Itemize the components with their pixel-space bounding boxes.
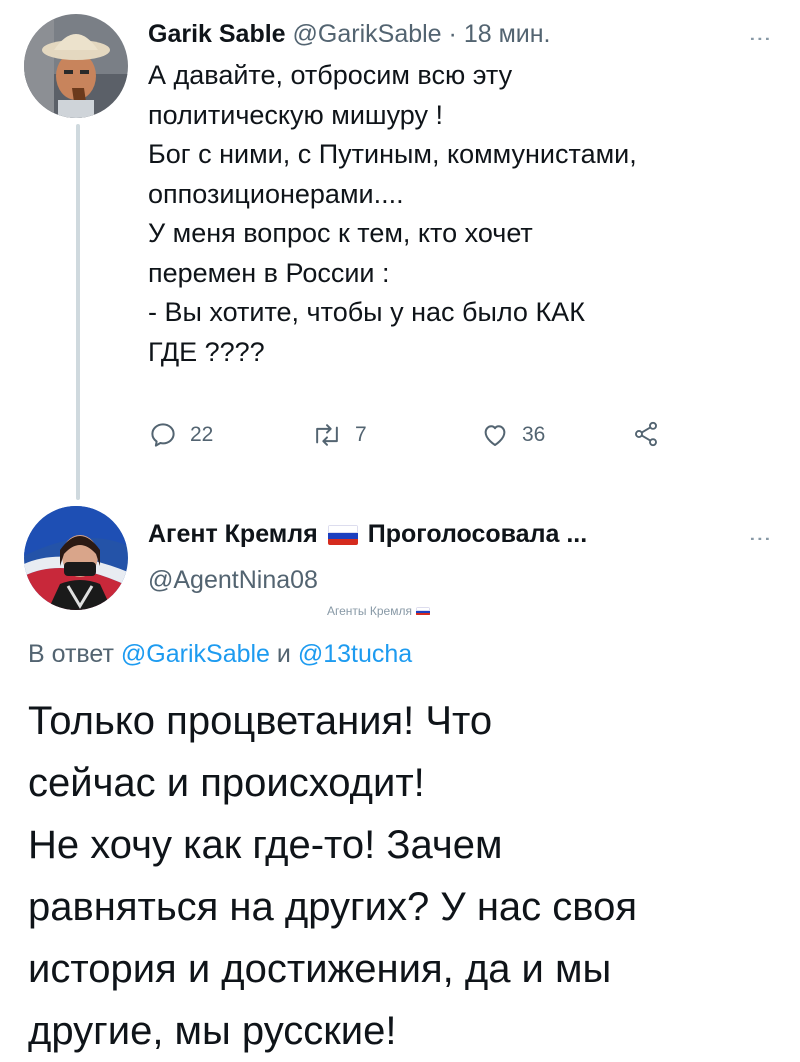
russian-flag-icon — [415, 606, 430, 616]
retweet-button[interactable]: 7 — [311, 420, 367, 450]
tweet1-line: А давайте, отбросим всю эту — [148, 60, 513, 90]
tweet1-display-name[interactable]: Garik Sable — [148, 20, 286, 48]
avatar-photo-icon — [24, 14, 128, 118]
reply-joiner: и — [276, 640, 291, 668]
affiliation-badge-label: Агенты Кремля — [327, 604, 412, 618]
tweet1-separator: · — [448, 20, 457, 48]
more-icon[interactable]: ⋮ — [748, 28, 773, 50]
reply-prefix: В ответ — [28, 640, 114, 668]
like-count: 36 — [522, 423, 546, 446]
reply-user-link[interactable]: @GarikSable — [121, 640, 270, 668]
tweet2-display-name[interactable]: Агент Кремля — [148, 520, 318, 549]
share-icon — [635, 421, 657, 447]
reply-user-link[interactable]: @13tucha — [298, 640, 412, 668]
reply-button[interactable]: 22 — [148, 420, 213, 450]
tweet1-line: У меня вопрос к тем, кто хочет — [148, 218, 533, 248]
reply-count: 22 — [190, 423, 214, 446]
tweet2-line: Только процветания! Что — [28, 699, 493, 743]
avatar-garik-sable[interactable] — [24, 14, 128, 118]
tweet2-line: Не хочу как где-то! Зачем — [28, 823, 503, 867]
tweet1-line: оппозиционерами.... — [148, 178, 404, 209]
tweet1-header: Garik Sable @GarikSable · 18 мин. — [148, 20, 551, 49]
more-icon[interactable]: ⋮ — [748, 528, 773, 550]
retweet-icon — [316, 424, 338, 446]
reply-context: В ответ @GarikSable и @13tucha — [28, 640, 412, 669]
tweet1-line: - Вы хотите, чтобы у нас было КАК — [148, 297, 585, 327]
tweet1-line: ГДЕ ???? — [148, 336, 265, 367]
tweet2-name-suffix[interactable]: Проголосовала ... — [368, 520, 587, 549]
tweet1-line: перемен в России : — [148, 257, 390, 288]
russian-flag-icon — [327, 524, 358, 545]
tweet2-line: сейчас и происходит! — [28, 761, 425, 805]
tweet1-line: Бог с ними, с Путиным, коммунистами, — [148, 139, 637, 169]
tweet2-line: история и достижения, да и мы — [28, 947, 612, 991]
tweet2-name-row: Агент Кремля Проголосовала ... — [148, 520, 587, 549]
retweet-count: 7 — [355, 423, 367, 446]
tweet1-line: политическую мишуру ! — [148, 99, 443, 130]
tweet2-body: Только процветания! Что сейчас и происхо… — [28, 690, 788, 1062]
tweet2-line: другие, мы русские! — [28, 1009, 397, 1053]
tweet1-body: А давайте, отбросим всю эту политическую… — [148, 56, 788, 372]
tweet1-handle[interactable]: @GarikSable — [293, 20, 442, 48]
affiliation-badge[interactable]: Агенты Кремля — [327, 604, 430, 618]
reply-icon — [151, 423, 175, 447]
thread-line — [76, 124, 80, 500]
share-button[interactable] — [632, 420, 660, 448]
tweet1-time[interactable]: 18 мин. — [464, 20, 551, 48]
avatar-agent-kremlya[interactable] — [24, 506, 128, 610]
like-icon — [484, 425, 506, 446]
tweet2-handle[interactable]: @AgentNina08 — [148, 566, 318, 595]
tweet2-line: равняться на других? У нас своя — [28, 885, 637, 929]
like-button[interactable]: 36 — [480, 420, 545, 450]
avatar-photo-icon — [24, 506, 128, 610]
